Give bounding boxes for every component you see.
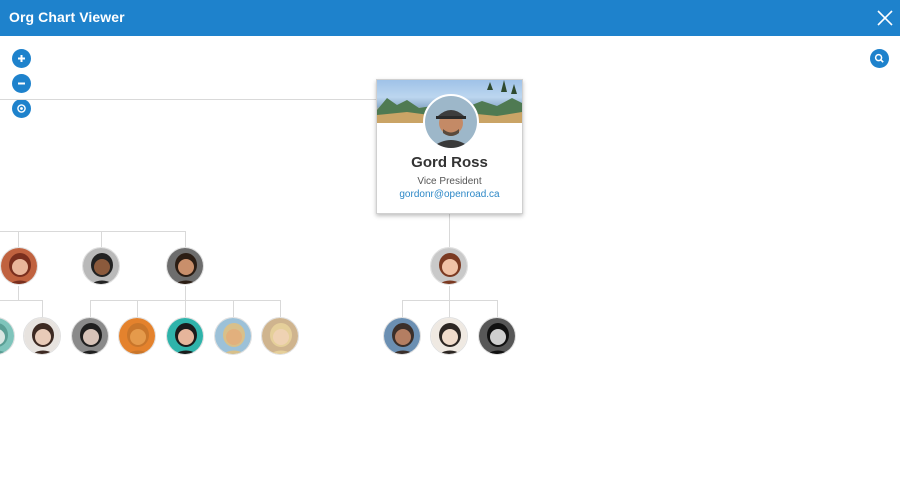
- avatar: [431, 318, 467, 354]
- avatar: [384, 318, 420, 354]
- connector-line: [101, 231, 102, 247]
- reset-view-button[interactable]: [12, 99, 31, 118]
- employee-node[interactable]: [430, 317, 468, 355]
- connector-line: [233, 300, 234, 317]
- connector-line: [402, 300, 403, 317]
- connector-line: [280, 300, 281, 317]
- title-bar: Org Chart Viewer: [0, 0, 900, 36]
- avatar: [0, 318, 14, 354]
- connector-line: [402, 300, 498, 301]
- connector-line: [185, 231, 186, 247]
- avatar: [72, 318, 108, 354]
- connector-line: [497, 300, 498, 317]
- avatar: [83, 248, 119, 284]
- connector-line: [185, 300, 186, 317]
- connector-line: [449, 300, 450, 317]
- app-title: Org Chart Viewer: [9, 9, 125, 25]
- close-icon[interactable]: [873, 6, 897, 30]
- plus-icon: [18, 55, 25, 62]
- employee-node[interactable]: [71, 317, 109, 355]
- connector-line: [0, 99, 376, 100]
- employee-node[interactable]: [166, 317, 204, 355]
- avatar: [479, 318, 515, 354]
- connector-line: [18, 286, 19, 301]
- avatar: [262, 318, 298, 354]
- minus-icon: [18, 82, 25, 85]
- employee-node[interactable]: [166, 247, 204, 285]
- employee-node[interactable]: [430, 247, 468, 285]
- search-icon: [874, 53, 884, 63]
- employee-node[interactable]: [383, 317, 421, 355]
- connector-line: [18, 231, 19, 247]
- employee-name: Gord Ross: [411, 154, 488, 171]
- avatar: [423, 94, 479, 150]
- avatar: [167, 248, 203, 284]
- connector-line: [137, 300, 138, 317]
- employee-node[interactable]: [82, 247, 120, 285]
- connector-line: [90, 300, 91, 317]
- connector-line: [449, 286, 450, 301]
- connector-line: [42, 300, 43, 317]
- avatar: [24, 318, 60, 354]
- employee-node[interactable]: [118, 317, 156, 355]
- target-icon: [17, 104, 26, 113]
- avatar: [215, 318, 251, 354]
- connector-line: [0, 231, 186, 232]
- employee-node[interactable]: [478, 317, 516, 355]
- connector-line: [0, 300, 43, 301]
- employee-node[interactable]: [261, 317, 299, 355]
- employee-title: Vice President: [417, 176, 482, 187]
- avatar: [167, 318, 203, 354]
- zoom-out-button[interactable]: [12, 74, 31, 93]
- avatar: [119, 318, 155, 354]
- employee-email[interactable]: gordonr@openroad.ca: [377, 189, 522, 200]
- employee-node[interactable]: [0, 317, 15, 355]
- employee-node[interactable]: [214, 317, 252, 355]
- connector-line: [185, 286, 186, 301]
- employee-node[interactable]: [0, 247, 38, 285]
- search-button[interactable]: [870, 49, 889, 68]
- avatar: [431, 248, 467, 284]
- connector-line: [449, 214, 450, 247]
- zoom-in-button[interactable]: [12, 49, 31, 68]
- selected-employee-card[interactable]: Gord Ross Vice President gordonr@openroa…: [376, 79, 523, 214]
- avatar: [1, 248, 37, 284]
- employee-node[interactable]: [23, 317, 61, 355]
